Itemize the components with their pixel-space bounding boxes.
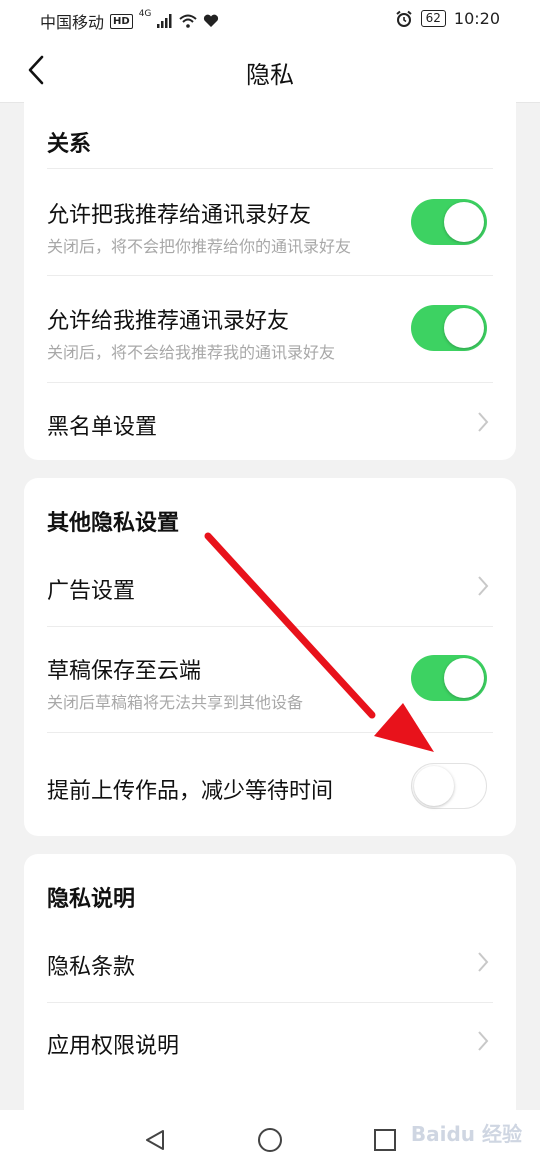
carrier-label: 中国移动 (40, 13, 105, 32)
row-blacklist[interactable]: 黑名单设置 (47, 382, 493, 461)
section-title-other: 其他隐私设置 (47, 511, 180, 536)
toggle-pre-upload[interactable] (411, 763, 487, 809)
clock: 10:20 (453, 9, 500, 28)
toggle-knob (414, 766, 454, 806)
toggle-draft-cloud[interactable] (411, 655, 487, 701)
row-subtitle: 关闭后，将不会给我推荐我的通讯录好友 (47, 343, 336, 362)
baidu-watermark: Baidu 经验 (410, 1122, 522, 1146)
section-title-explanation: 隐私说明 (47, 887, 136, 912)
row-label: 广告设置 (47, 579, 136, 604)
toggle-knob (444, 658, 484, 698)
toggle-recommend-friends[interactable] (411, 305, 487, 351)
row-label: 隐私条款 (47, 955, 136, 980)
chevron-right-icon (473, 408, 493, 436)
row-label: 允许给我推荐通讯录好友 (47, 309, 290, 334)
row-label: 黑名单设置 (47, 415, 158, 440)
row-pre-upload: 提前上传作品，减少等待时间 (47, 732, 493, 837)
signal-icon (157, 14, 172, 28)
network-label: 4G (138, 9, 152, 19)
privacy-explanation-card: 隐私说明 隐私条款 应用权限说明 (24, 854, 516, 1154)
nav-back-button[interactable] (140, 1125, 170, 1155)
relations-card: 关系 允许把我推荐给通讯录好友 关闭后，将不会把你推荐给你的通讯录好友 允许给我… (24, 102, 516, 460)
row-ad-settings[interactable]: 广告设置 (47, 546, 493, 626)
heart-icon (204, 14, 219, 27)
status-left: 中国移动 HD 4G (40, 9, 219, 33)
row-label: 提前上传作品，减少等待时间 (47, 779, 334, 804)
row-label: 允许把我推荐给通讯录好友 (47, 203, 312, 228)
row-recommend-friends: 允许给我推荐通讯录好友 关闭后，将不会给我推荐我的通讯录好友 (47, 275, 493, 383)
section-title-relations: 关系 (47, 132, 92, 157)
chevron-right-icon (473, 572, 493, 600)
battery-indicator: 62 (420, 10, 446, 27)
square-recents-icon (374, 1129, 396, 1151)
row-label: 应用权限说明 (47, 1034, 180, 1059)
triangle-back-icon (146, 1130, 164, 1150)
status-bar: 中国移动 HD 4G 62 10:20 (0, 0, 540, 38)
row-privacy-terms[interactable]: 隐私条款 (47, 924, 493, 1002)
row-subtitle: 关闭后，将不会把你推荐给你的通讯录好友 (47, 237, 352, 256)
row-permission-explanation[interactable]: 应用权限说明 (47, 1002, 493, 1081)
nav-bar: 隐私 (0, 38, 540, 103)
hd-badge: HD (110, 13, 133, 29)
toggle-recommend-me[interactable] (411, 199, 487, 245)
row-subtitle: 关闭后草稿箱将无法共享到其他设备 (47, 693, 304, 712)
row-draft-cloud: 草稿保存至云端 关闭后草稿箱将无法共享到其他设备 (47, 626, 493, 733)
toggle-knob (444, 202, 484, 242)
status-right: 62 10:20 (395, 9, 500, 28)
nav-home-button[interactable] (255, 1125, 285, 1155)
toggle-knob (444, 308, 484, 348)
row-label: 草稿保存至云端 (47, 659, 202, 684)
other-privacy-card: 其他隐私设置 广告设置 草稿保存至云端 关闭后草稿箱将无法共享到其他设备 提前上… (24, 478, 516, 836)
circle-home-icon (258, 1128, 282, 1152)
row-recommend-me: 允许把我推荐给通讯录好友 关闭后，将不会把你推荐给你的通讯录好友 (47, 168, 493, 276)
page-title: 隐私 (246, 61, 294, 89)
chevron-right-icon (473, 948, 493, 976)
wifi-icon (179, 14, 198, 28)
alarm-icon (395, 10, 412, 27)
chevron-right-icon (473, 1027, 493, 1055)
nav-recents-button[interactable] (370, 1125, 400, 1155)
